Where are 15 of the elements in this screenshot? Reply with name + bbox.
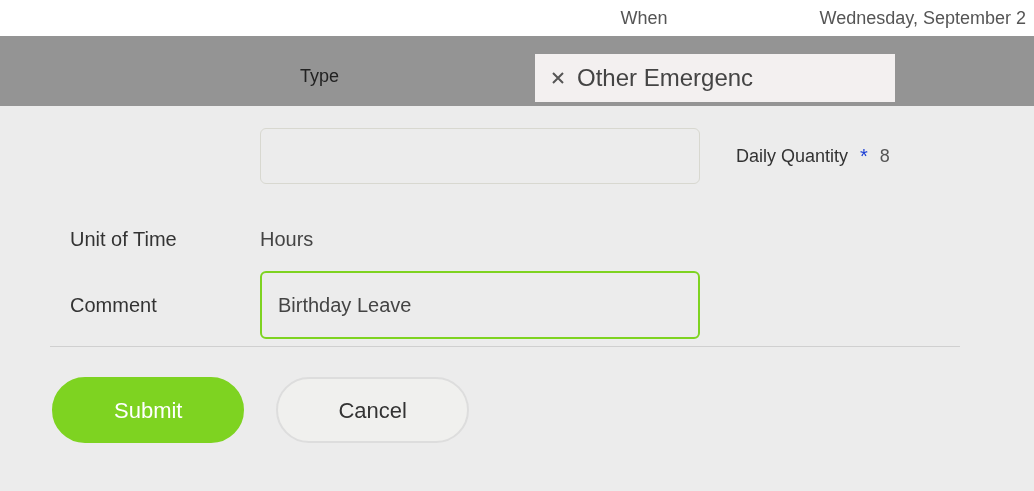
quantity-label: Daily Quantity	[736, 144, 849, 168]
comment-field[interactable]: Birthday Leave	[260, 271, 700, 339]
field-value: Hours	[260, 227, 314, 252]
when-label: When	[620, 6, 668, 30]
type-label: Type	[300, 65, 340, 88]
input-field[interactable]	[260, 128, 700, 184]
close-icon[interactable]	[551, 71, 566, 85]
type-chip[interactable]: Other Emergenc	[535, 54, 896, 102]
required-mark: *	[860, 144, 868, 169]
date-text: Wednesday, September 2	[819, 6, 1026, 30]
field-label: Comment	[70, 293, 158, 318]
chip-text: Other Emergenc	[577, 63, 754, 93]
quantity-value: 8	[879, 144, 890, 168]
field-label: Unit of Time	[70, 227, 178, 252]
cancel-button[interactable]: Cancel	[276, 377, 469, 443]
